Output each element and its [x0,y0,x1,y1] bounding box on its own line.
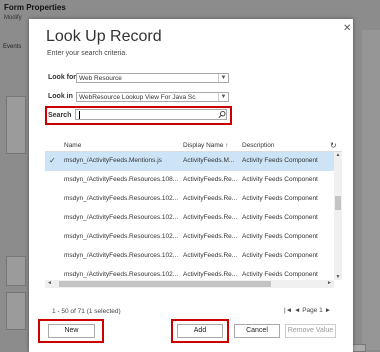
previous-page-icon[interactable]: ◄ [294,307,300,314]
search-input[interactable] [75,109,227,120]
check-icon: ✓ [49,156,56,165]
cell-description: Activity Feeds Component [242,195,318,202]
new-button[interactable]: New [48,324,95,338]
cell-display-name: ActivityFeeds.Re... [183,176,238,183]
look-for-select[interactable]: Web Resource ▼ [76,73,229,83]
table-row[interactable]: msdyn_/ActivityFeeds.Resources.102... Act… [45,247,335,266]
table-row[interactable]: msdyn_/ActivityFeeds.Resources.102... Act… [45,228,335,247]
chevron-down-icon[interactable]: ▼ [218,93,228,101]
add-button[interactable]: Add [177,324,223,338]
refresh-icon[interactable]: ↻ [330,141,337,150]
scroll-right-icon[interactable]: ► [327,280,332,286]
page-label: Page 1 [302,307,323,314]
cell-display-name: ActivityFeeds.Re... [183,271,238,278]
remove-value-button[interactable]: Remove Value [285,324,336,338]
cell-description: Activity Feeds Component [242,252,318,259]
look-in-select[interactable]: WebResource Lookup View For Java Sc ▼ [76,92,229,102]
cell-name[interactable]: msdyn_/ActivityFeeds.Resources.102... [64,195,180,202]
background-subtitle: Modify [4,15,22,21]
scroll-thumb[interactable] [59,281,271,287]
table-row[interactable]: msdyn_/ActivityFeeds.Resources.102... Act… [45,209,335,228]
selection-status: 1 - 50 of 71 (1 selected) [52,308,121,315]
dialog-subtitle: Enter your search criteria. [47,50,128,57]
close-icon[interactable]: ✕ [343,24,351,34]
scroll-left-icon[interactable]: ◄ [47,280,52,286]
pager: |◄ ◄ Page 1 ► [284,307,331,314]
column-header-display-name[interactable]: Display Name ↑ [183,142,229,149]
scroll-down-icon[interactable]: ▼ [334,274,342,280]
cell-display-name: ActivityFeeds.Re... [183,214,238,221]
look-for-value: Web Resource [79,75,122,82]
cell-name[interactable]: msdyn_/ActivityFeeds.Mentions.js [64,157,180,164]
cell-display-name: ActivityFeeds.Re... [183,195,238,202]
cell-description: Activity Feeds Component [242,157,318,164]
look-for-label: Look for [48,74,76,81]
background-title: Form Properties [4,3,66,12]
next-page-icon[interactable]: ► [325,307,331,314]
search-icon[interactable] [218,110,226,119]
cell-name[interactable]: msdyn_/ActivityFeeds.Resources.108... [64,176,180,183]
table-row[interactable]: msdyn_/ActivityFeeds.Resources.108... Act… [45,171,335,190]
sort-arrow-icon: ↑ [225,142,229,149]
cell-name[interactable]: msdyn_/ActivityFeeds.Resources.102... [64,252,180,259]
look-in-label: Look in [48,93,73,100]
cell-description: Activity Feeds Component [242,176,318,183]
cell-name[interactable]: msdyn_/ActivityFeeds.Resources.102... [64,233,180,240]
look-in-value: WebResource Lookup View For Java Sc [79,94,196,101]
background-panel [6,256,26,286]
scroll-up-icon[interactable]: ▲ [334,152,342,158]
lookup-dialog: ✕ Look Up Record Enter your search crite… [29,19,353,352]
background-events-label: Events [3,44,22,50]
table-row[interactable]: ✓ msdyn_/ActivityFeeds.Mentions.js Activit… [45,152,335,171]
scroll-thumb[interactable] [335,196,341,210]
background-panel [6,292,26,330]
background-side-panel [362,30,380,350]
table-row[interactable]: msdyn_/ActivityFeeds.Resources.102... Act… [45,190,335,209]
column-header-name[interactable]: Name [64,142,81,149]
cell-name[interactable]: msdyn_/ActivityFeeds.Resources.102... [64,271,180,278]
cell-description: Activity Feeds Component [242,214,318,221]
cell-display-name: ActivityFeeds.Re... [183,252,238,259]
cell-name[interactable]: msdyn_/ActivityFeeds.Resources.102... [64,214,180,221]
cancel-button[interactable]: Cancel [234,324,280,338]
first-page-icon[interactable]: |◄ [284,307,292,314]
results-grid: Name Display Name ↑ Description ↻ ✓ msdyn… [45,140,342,298]
cell-display-name: ActivityFeeds.M... [183,157,235,164]
text-cursor [79,111,80,119]
horizontal-scrollbar[interactable]: ◄ ► [45,280,334,288]
cell-description: Activity Feeds Component [242,233,318,240]
cell-display-name: ActivityFeeds.Re... [183,233,238,240]
dialog-title: Look Up Record [46,28,162,45]
vertical-scrollbar[interactable]: ▲ ▼ [334,152,342,280]
grid-header: Name Display Name ↑ Description ↻ [45,140,342,152]
background-panel [6,96,26,154]
column-header-description[interactable]: Description [242,142,275,149]
search-label: Search [48,112,72,119]
column-header-display-name-label: Display Name [183,142,224,149]
cell-description: Activity Feeds Component [242,271,318,278]
chevron-down-icon[interactable]: ▼ [218,74,228,82]
